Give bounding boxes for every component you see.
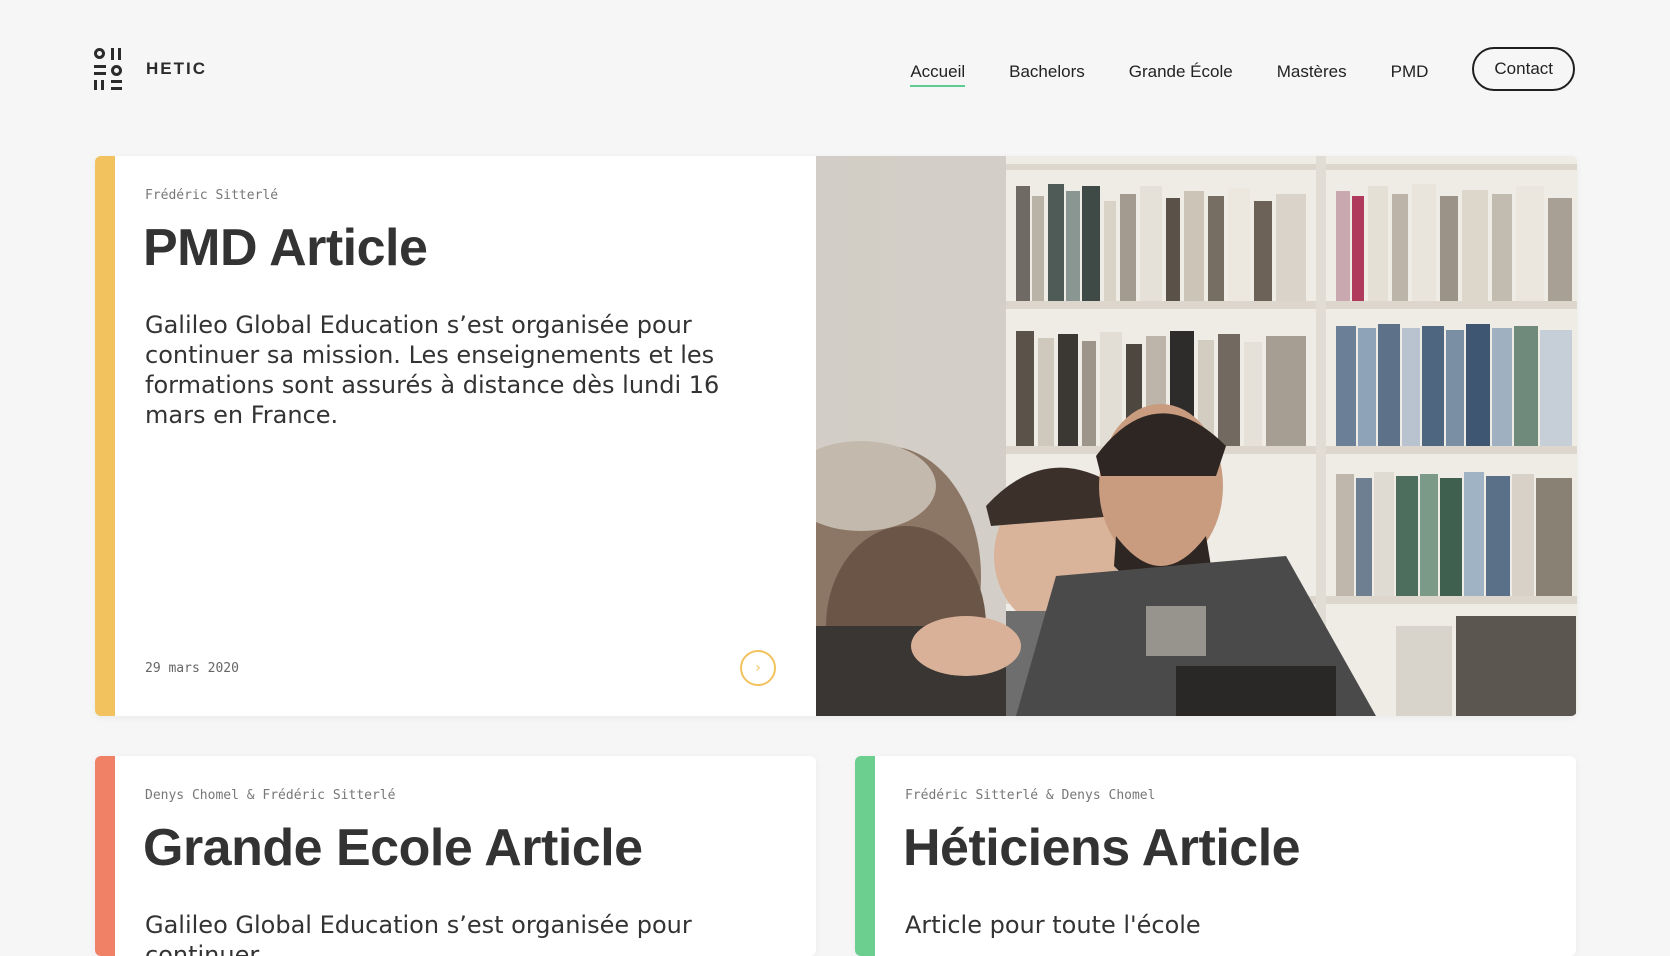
contact-button[interactable]: Contact (1472, 47, 1575, 91)
main-nav: Accueil Bachelors Grande École Mastères … (866, 47, 1575, 91)
nav-item-bachelors[interactable]: Bachelors (1009, 48, 1085, 90)
featured-article-card[interactable]: Frédéric Sitterlé PMD Article Galileo Gl… (95, 156, 1577, 716)
nav-item-pmd[interactable]: PMD (1391, 48, 1429, 90)
article-card-grande-ecole[interactable]: Denys Chomel & Frédéric Sitterlé Grande … (95, 756, 816, 956)
logo-text: HETIC (146, 59, 207, 78)
card-accent-bar (95, 756, 115, 956)
article-description: Article pour toute l'école (905, 911, 1201, 939)
site-header: HETIC Accueil Bachelors Grande École Mas… (0, 0, 1670, 140)
article-description: Galileo Global Education s’est organisée… (145, 311, 720, 429)
article-description: Galileo Global Education s’est organisée… (145, 911, 692, 956)
logo-mark-icon (94, 48, 136, 90)
article-title[interactable]: Grande Ecole Article (143, 818, 643, 878)
article-author: Denys Chomel & Frédéric Sitterlé (145, 788, 396, 803)
hetic-logo[interactable]: HETIC (94, 48, 207, 90)
article-date: 29 mars 2020 (145, 661, 239, 676)
photo-illustration (816, 156, 1577, 716)
read-more-button[interactable]: › (740, 650, 776, 686)
nav-item-grande-ecole[interactable]: Grande École (1129, 48, 1233, 90)
nav-item-masteres[interactable]: Mastères (1277, 48, 1347, 90)
article-title[interactable]: PMD Article (143, 218, 428, 278)
nav-item-accueil[interactable]: Accueil (910, 48, 965, 90)
article-author: Frédéric Sitterlé & Denys Chomel (905, 788, 1156, 803)
article-title[interactable]: Héticiens Article (903, 818, 1301, 878)
card-accent-bar (855, 756, 875, 956)
card-accent-bar (95, 156, 115, 716)
article-image (816, 156, 1577, 716)
article-card-heticiens[interactable]: Frédéric Sitterlé & Denys Chomel Héticie… (855, 756, 1576, 956)
chevron-right-icon: › (755, 660, 761, 676)
article-author: Frédéric Sitterlé (145, 188, 279, 203)
